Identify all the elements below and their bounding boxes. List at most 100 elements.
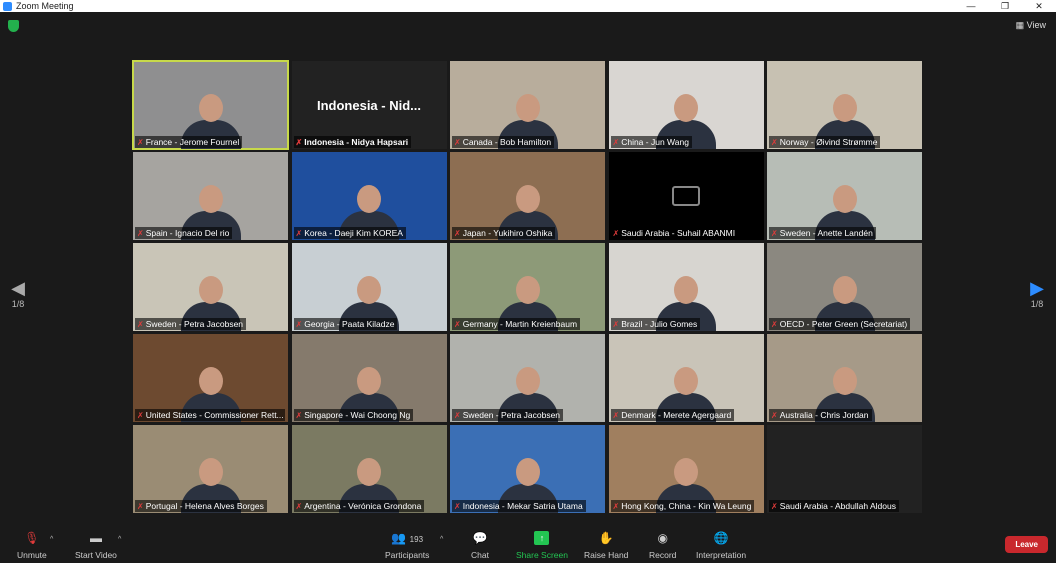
participant-tile[interactable]: ✗ Norway - Øivind Strømme [767,61,922,149]
minimize-button[interactable]: — [954,0,988,12]
participant-name-label: ✗ Norway - Øivind Strømme [769,136,881,148]
mic-muted-icon: ✗ [137,137,144,147]
audio-options-caret[interactable]: ^ [50,536,53,543]
raise-hand-button[interactable]: ✋ Raise Hand [584,531,628,560]
participant-name: Portugal - Helena Alves Borges [145,501,264,511]
participant-name: China - Jun Wang [621,137,689,147]
participant-name-label: ✗ Singapore - Wai Choong Ng [293,409,414,421]
mic-muted-icon: ✗ [771,228,778,238]
view-label: View [1026,20,1046,30]
participant-tile[interactable]: ✗ Saudi Arabia - Abdullah Aldous [767,425,922,513]
video-options-caret[interactable]: ^ [118,536,121,543]
participant-tile[interactable]: ✗ Indonesia - Mekar Satria Utama [450,425,605,513]
participants-label: Participants [385,550,430,560]
participant-tile[interactable]: ✗ Brazil - Julio Gomes [608,243,764,331]
participant-tile[interactable]: ✗ France - Jerome Fournel [132,60,289,150]
mic-muted-icon: ✗ [454,137,461,147]
participant-tile[interactable]: ✗ Sweden - Anette Landén [767,152,922,240]
next-page-button[interactable]: ▶ 1/8 [1027,278,1047,309]
chat-button[interactable]: 💬 Chat [471,531,489,560]
participant-tile[interactable]: ✗ Sweden - Petra Jacobsen [133,243,288,331]
participant-name-label: ✗ Indonesia - Mekar Satria Utama [452,500,586,512]
start-video-button[interactable]: ▬ Start Video [75,531,117,560]
mic-muted-icon: ✗ [612,228,620,238]
grid-icon: ▦ [1015,20,1027,30]
participant-tile[interactable]: ✗ Sweden - Petra Jacobsen [450,334,605,422]
participant-tile[interactable]: ✗ OECD - Peter Green (Secretariat) [767,243,922,331]
mic-muted-icon: ✗ [295,501,303,511]
participant-tile[interactable]: ✗ Saudi Arabia - Suhail ABANMI [608,152,764,240]
maximize-button[interactable]: ❐ [988,0,1022,12]
participant-name: Korea - Daeji Kim KOREA [304,228,403,238]
share-screen-icon: ↑ [534,531,550,545]
participant-tile[interactable]: ✗ Argentina - Verónica Grondona [291,425,447,513]
mic-muted-icon: ✗ [137,228,144,238]
record-button[interactable]: ◉ Record [649,531,676,560]
raise-hand-label: Raise Hand [584,550,629,560]
participant-name-label: ✗ Georgia - Paata Kiladze [293,318,398,330]
participant-name-label: ✗ Germany - Martin Kreienbaum [452,318,581,330]
prev-page-button[interactable]: ◀ 1/8 [8,278,28,309]
participant-name: OECD - Peter Green (Secretariat) [779,319,908,329]
mic-muted-icon: ✗ [612,319,620,329]
participant-name: Singapore - Wai Choong Ng [304,410,411,420]
participant-name: Brazil - Julio Gomes [621,319,698,329]
participant-name: Argentina - Verónica Grondona [304,501,422,511]
participant-tile[interactable]: ✗ Australia - Chris Jordan [767,334,922,422]
participant-name-label: ✗ Argentina - Verónica Grondona [293,500,425,512]
participant-name: Japan - Yukihiro Oshika [462,228,553,238]
participant-tile[interactable]: ✗ Germany - Martin Kreienbaum [450,243,605,331]
zoom-logo-icon [3,1,12,11]
participant-name-label: ✗ Korea - Daeji Kim KOREA [293,227,406,239]
participant-tile[interactable]: ✗ China - Jun Wang [608,61,764,149]
participant-tile[interactable]: ✗ Georgia - Paata Kiladze [291,243,447,331]
participants-button[interactable]: 👥 193 Participants [385,531,429,560]
record-label: Record [649,550,677,560]
participant-name-label: ✗ Canada - Bob Hamilton [452,136,555,148]
close-button[interactable]: ✕ [1022,0,1056,12]
participant-tile[interactable]: ✗ Hong Kong, China - Kin Wa Leung [608,425,764,513]
participant-tile[interactable]: ✗ Korea - Daeji Kim KOREA [291,152,447,240]
participant-tile[interactable]: ✗ Portugal - Helena Alves Borges [133,425,288,513]
participant-name: United States - Commissioner Rett... [145,410,284,420]
participant-name-label: ✗ Brazil - Julio Gomes [610,318,701,330]
participant-tile[interactable]: Indonesia - Nid... ✗ Indonesia - Nidya Hap… [291,61,447,149]
participant-name: Canada - Bob Hamilton [462,137,552,147]
participant-tile[interactable]: ✗ Canada - Bob Hamilton [450,61,605,149]
participant-name: Saudi Arabia - Suhail ABANMI [621,228,736,238]
participant-name: Indonesia - Mekar Satria Utama [462,501,583,511]
title-bar: Zoom Meeting — ❐ ✕ [0,0,1056,12]
encryption-shield-icon[interactable] [8,20,19,32]
video-off-icon: ▬ [89,531,102,545]
interpretation-button[interactable]: 🌐 Interpretation [696,531,746,560]
share-screen-button[interactable]: ↑ Share Screen [516,531,568,560]
participant-name-label: ✗ Saudi Arabia - Abdullah Aldous [769,500,899,512]
unmute-button[interactable]: 🎙 Unmute [17,531,47,560]
record-icon: ◉ [657,531,668,545]
mic-muted-icon: ✗ [137,319,144,329]
mic-muted-icon: ✗ [454,319,461,329]
participant-name: Sweden - Anette Landén [779,228,873,238]
participant-name-label: ✗ China - Jun Wang [610,136,692,148]
participant-tile[interactable]: ✗ Singapore - Wai Choong Ng [291,334,447,422]
participant-tile[interactable]: ✗ Denmark - Merete Agergaard [608,334,764,422]
participant-name: Australia - Chris Jordan [779,410,869,420]
globe-icon: 🌐 [713,531,729,545]
leave-button[interactable]: Leave [1005,536,1048,553]
participant-name: Georgia - Paata Kiladze [304,319,395,329]
participant-tile[interactable]: ✗ Japan - Yukihiro Oshika [450,152,605,240]
participant-name-label: ✗ OECD - Peter Green (Secretariat) [769,318,911,330]
participant-tile[interactable]: ✗ Spain - Ignacio Del rio [133,152,288,240]
participant-tile[interactable]: ✗ United States - Commissioner Rett... [133,334,288,422]
mic-muted-icon: ✗ [454,501,461,511]
chat-label: Chat [471,550,489,560]
interpretation-label: Interpretation [696,550,747,560]
participant-name-label: ✗ France - Jerome Fournel [135,136,243,148]
mic-muted-icon: ✗ [454,410,461,420]
mic-muted-icon: ✗ [612,501,620,511]
mic-muted-icon: ✗ [771,501,778,511]
hand-icon: ✋ [598,531,614,545]
participants-options-caret[interactable]: ^ [440,536,443,543]
participant-name: Saudi Arabia - Abdullah Aldous [779,501,896,511]
view-button[interactable]: ▦ View [1016,20,1046,31]
